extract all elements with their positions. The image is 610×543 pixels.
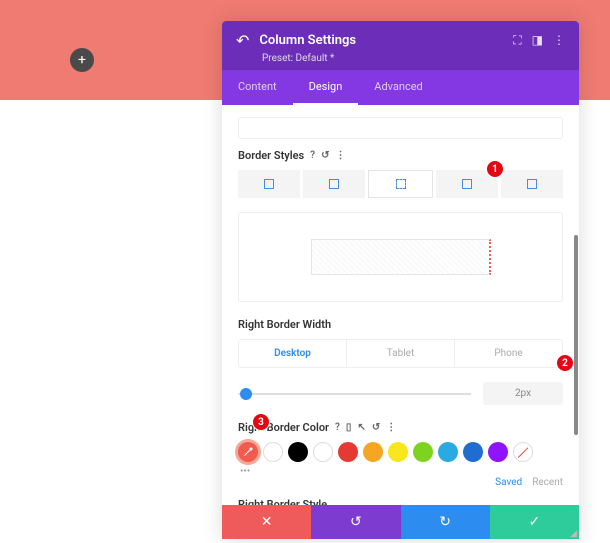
swatch-green[interactable] (413, 442, 433, 462)
swatch-blue[interactable] (463, 442, 483, 462)
dock-icon[interactable]: ◨ (532, 33, 543, 48)
swatch-black[interactable] (288, 442, 308, 462)
swatch-empty[interactable] (263, 442, 283, 462)
menu-icon[interactable]: ⋮ (553, 33, 565, 48)
tab-advanced[interactable]: Advanced (358, 70, 438, 105)
back-icon[interactable]: ↶ (236, 31, 249, 50)
main-tabs: Content Design Advanced (222, 70, 579, 105)
panel-body: Border Styles ? ↺ ⋮ Right Border Width D… (222, 105, 579, 505)
color-swatches (238, 442, 563, 462)
settings-panel: ↶ Column Settings ⛶ ◨ ⋮ Preset: Default … (222, 21, 579, 539)
recent-tab[interactable]: Recent (532, 477, 563, 488)
add-section-button[interactable]: + (70, 48, 94, 72)
border-opt-left[interactable] (501, 170, 563, 198)
options-icon[interactable]: ⋮ (386, 422, 396, 433)
reset-icon[interactable]: ↺ (372, 422, 380, 433)
prev-field (238, 117, 563, 139)
callout-1: 1 (486, 160, 504, 178)
width-slider[interactable] (238, 387, 471, 401)
swatch-lightblue[interactable] (438, 442, 458, 462)
undo-button[interactable]: ↺ (311, 505, 400, 539)
responsive-tablet[interactable]: Tablet (347, 340, 455, 367)
preset-label[interactable]: Preset: Default * (262, 53, 565, 64)
device-icon[interactable]: ▯ (346, 422, 352, 433)
reset-icon[interactable]: ↺ (321, 150, 329, 161)
saved-tab[interactable]: Saved (495, 477, 522, 488)
help-icon[interactable]: ? (310, 150, 315, 161)
options-icon[interactable]: ⋮ (335, 150, 345, 161)
more-swatches[interactable]: ••• (240, 466, 563, 477)
resize-handle[interactable]: ◢ (570, 529, 577, 539)
cancel-button[interactable]: ✕ (222, 505, 311, 539)
save-button[interactable]: ✓ (490, 505, 579, 539)
help-icon[interactable]: ? (335, 422, 340, 433)
responsive-phone[interactable]: Phone (455, 340, 562, 367)
border-opt-top[interactable] (303, 170, 365, 198)
border-side-options (238, 170, 563, 198)
swatch-none[interactable] (513, 442, 533, 462)
panel-title: Column Settings (259, 33, 503, 48)
expand-icon[interactable]: ⛶ (513, 33, 521, 48)
preview-box (311, 239, 491, 275)
hover-icon[interactable]: ↖ (357, 422, 365, 433)
border-preview (238, 212, 563, 302)
scrollbar[interactable] (574, 235, 578, 435)
swatch-white[interactable] (313, 442, 333, 462)
panel-footer: ✕ ↺ ↻ ✓ (222, 505, 579, 539)
tab-content[interactable]: Content (222, 70, 293, 105)
right-border-style-label: Right Border Style (238, 498, 327, 505)
slider-thumb[interactable] (240, 388, 252, 400)
tab-design[interactable]: Design (293, 70, 359, 105)
swatch-purple[interactable] (488, 442, 508, 462)
width-value[interactable]: 2px (483, 382, 563, 405)
swatch-yellow[interactable] (388, 442, 408, 462)
redo-button[interactable]: ↻ (401, 505, 490, 539)
swatch-orange[interactable] (363, 442, 383, 462)
panel-header: ↶ Column Settings ⛶ ◨ ⋮ Preset: Default … (222, 21, 579, 70)
responsive-tabs: Desktop Tablet Phone (238, 339, 563, 368)
swatch-red[interactable] (338, 442, 358, 462)
callout-2: 2 (556, 354, 574, 372)
border-opt-right[interactable] (368, 170, 432, 198)
border-opt-all[interactable] (238, 170, 300, 198)
right-border-width-label: Right Border Width (238, 318, 331, 331)
border-styles-label: Border Styles (238, 149, 304, 162)
responsive-desktop[interactable]: Desktop (239, 340, 347, 367)
color-picker-dropper[interactable] (238, 442, 258, 462)
callout-3: 3 (252, 413, 270, 431)
